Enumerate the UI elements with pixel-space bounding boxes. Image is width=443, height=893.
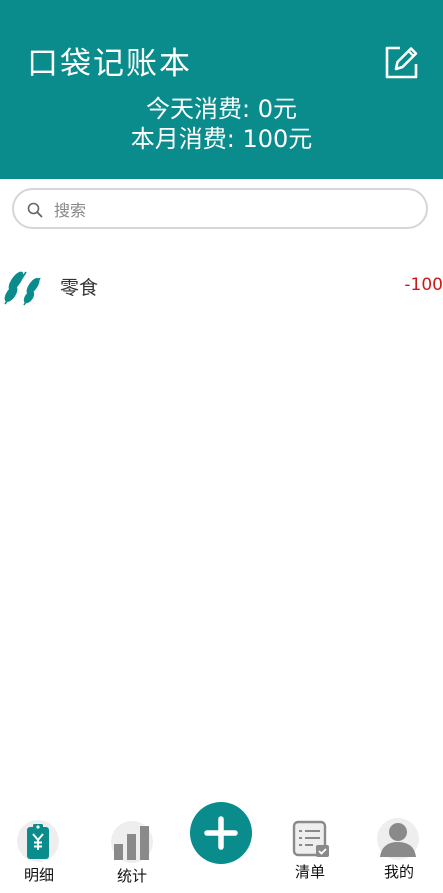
plus-icon <box>204 816 238 850</box>
nav-label-mine: 我的 <box>383 863 414 881</box>
snack-skewer-icon <box>4 271 41 306</box>
bar-chart-icon <box>111 821 153 863</box>
app-title: 口袋记账本 <box>27 46 192 82</box>
today-spending: 今天消费: 0元 <box>146 95 297 123</box>
nav-item-mine[interactable]: 我的 <box>360 800 440 893</box>
user-icon <box>377 818 419 860</box>
record-category: 零食 <box>60 277 99 299</box>
record-item[interactable]: 零食 -100 <box>0 260 443 312</box>
record-amount: -100 <box>404 275 443 295</box>
bill-detail-icon <box>17 820 59 862</box>
edit-button[interactable] <box>384 44 420 80</box>
search-input[interactable] <box>52 194 416 226</box>
header: 口袋记账本 今天消费: 0元 本月消费: 100元 <box>0 0 443 179</box>
bottom-nav: 明细 统计 清单 我的 <box>0 800 443 893</box>
nav-item-stats[interactable]: 统计 <box>92 800 172 893</box>
search-icon <box>27 202 43 218</box>
edit-icon <box>385 46 418 79</box>
nav-label-stats: 统计 <box>116 867 147 885</box>
checklist-icon <box>292 820 329 857</box>
nav-item-detail[interactable]: 明细 <box>0 800 80 893</box>
search-box[interactable] <box>12 188 428 229</box>
nav-label-list: 清单 <box>294 863 325 881</box>
nav-label-detail: 明细 <box>23 866 54 884</box>
add-record-button[interactable] <box>190 802 252 864</box>
nav-item-list[interactable]: 清单 <box>270 800 350 893</box>
month-spending: 本月消费: 100元 <box>130 125 313 153</box>
